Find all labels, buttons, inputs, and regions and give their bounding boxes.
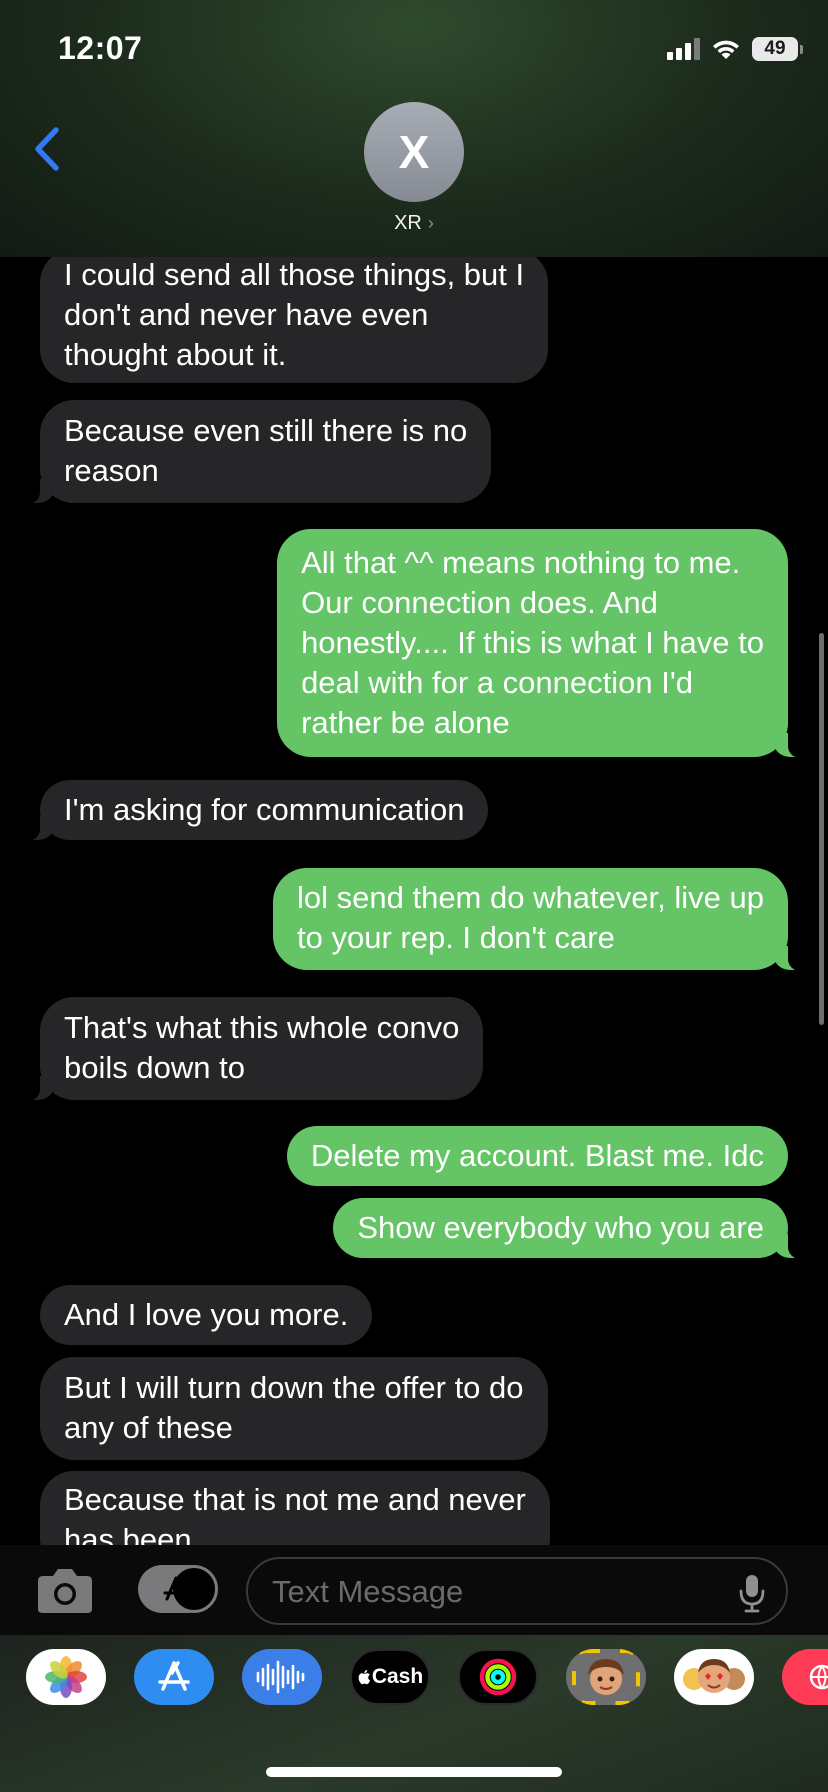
message-text-line: has been	[64, 1522, 192, 1545]
message-bubble-outgoing[interactable]: Show everybody who you are	[333, 1198, 802, 1259]
home-indicator[interactable]	[266, 1767, 562, 1777]
message-text-line: honestly.... If this is what I have to	[301, 625, 764, 660]
fitness-app-button[interactable]	[458, 1649, 538, 1705]
message-text-line: Our connection does. And	[301, 585, 658, 620]
message-bubble-outgoing[interactable]: Delete my account. Blast me. Idc	[286, 1126, 788, 1186]
memoji-app-button[interactable]	[566, 1649, 646, 1705]
photos-app-button[interactable]	[26, 1649, 106, 1705]
message-text-line: All that ^^ means nothing to me.	[301, 545, 741, 580]
message-bubble-incoming[interactable]: Because that is not me and never has bee…	[40, 1471, 550, 1545]
message-bubble-incoming[interactable]: That's what this whole convo boils down …	[25, 997, 484, 1101]
back-chevron-icon[interactable]	[28, 124, 68, 174]
audio-message-app-button[interactable]	[242, 1649, 322, 1705]
message-text-line: don't and never have even	[64, 297, 429, 332]
message-text-line: I could send all those things, but I	[64, 257, 525, 292]
message-text-line: But I will turn down the offer to do	[64, 1370, 524, 1405]
message-bubble-incoming[interactable]: I'm asking for communication	[25, 780, 489, 841]
message-text-line: reason	[64, 453, 159, 488]
status-icons: 49	[667, 34, 803, 64]
message-text-line: Because even still there is no	[64, 413, 468, 448]
message-text-field[interactable]	[246, 1557, 788, 1625]
app-store-app-button[interactable]	[134, 1649, 214, 1705]
app-store-icon	[163, 1576, 189, 1601]
photos-icon	[45, 1656, 87, 1698]
memoji-stickers-icon	[683, 1659, 745, 1693]
message-text-line: Because that is not me and never	[64, 1482, 526, 1517]
conversation-header: 12:07 49 X XR ›	[0, 0, 828, 257]
memoji-stickers-app-button[interactable]	[674, 1649, 754, 1705]
conversation-view[interactable]: I could send all those things, but I don…	[0, 257, 828, 1545]
message-text-line: lol send them do whatever, live up	[297, 880, 764, 915]
microphone-icon[interactable]	[738, 1573, 766, 1613]
globe-icon	[809, 1664, 828, 1690]
message-bubble-incoming[interactable]: I could send all those things, but I don…	[40, 257, 549, 383]
message-bubble-incoming[interactable]: But I will turn down the offer to do any…	[40, 1357, 548, 1460]
message-text-line: And I love you more.	[64, 1297, 349, 1332]
memoji-icon	[572, 1649, 640, 1705]
audio-waveform-icon	[256, 1660, 305, 1694]
message-text-line: Show everybody who you are	[357, 1210, 764, 1245]
message-text-line: to your rep. I don't care	[297, 920, 615, 955]
message-text-line: I'm asking for communication	[64, 792, 465, 827]
contact-avatar[interactable]: X	[364, 102, 464, 202]
app-store-drawer-button[interactable]	[138, 1565, 218, 1613]
message-input-bar	[0, 1545, 828, 1635]
contact-name-label: XR	[394, 212, 422, 234]
message-text-line: boils down to	[64, 1050, 245, 1085]
imessage-apps-drawer: Cash	[0, 1635, 828, 1792]
chevron-right-icon: ›	[427, 213, 434, 233]
scrollbar[interactable]	[819, 633, 824, 1025]
apple-cash-app-button[interactable]: Cash	[350, 1649, 430, 1705]
message-bubble-outgoing[interactable]: lol send them do whatever, live up to yo…	[273, 868, 802, 971]
message-bubble-outgoing[interactable]: All that ^^ means nothing to me. Our con…	[277, 529, 802, 758]
message-text-line: thought about it.	[64, 337, 287, 372]
contact-name-button[interactable]: XR ›	[0, 212, 828, 235]
apple-logo-icon	[358, 1669, 370, 1685]
camera-icon[interactable]	[34, 1565, 96, 1617]
battery-icon: 49	[752, 37, 803, 61]
cellular-signal-icon	[667, 38, 700, 60]
message-text-line: Delete my account. Blast me. Idc	[310, 1138, 764, 1173]
wifi-icon	[713, 40, 739, 59]
status-time: 12:07	[58, 30, 143, 66]
message-text-line: any of these	[64, 1410, 233, 1445]
apple-cash-label: Cash	[371, 1665, 424, 1688]
message-text-line: deal with for a connection I'd	[301, 665, 693, 700]
message-bubble-incoming[interactable]: Because even still there is no reason	[25, 400, 492, 504]
activity-rings-icon	[479, 1658, 517, 1696]
message-text-line: That's what this whole convo	[64, 1010, 460, 1045]
message-input[interactable]	[272, 1571, 702, 1613]
message-text-line: rather be alone	[301, 705, 510, 740]
app-store-icon	[158, 1661, 190, 1691]
more-apps-button[interactable]	[782, 1649, 828, 1705]
messages-app: I could send all those things, but I don…	[0, 0, 828, 1792]
message-bubble-incoming[interactable]: And I love you more.	[40, 1285, 373, 1345]
